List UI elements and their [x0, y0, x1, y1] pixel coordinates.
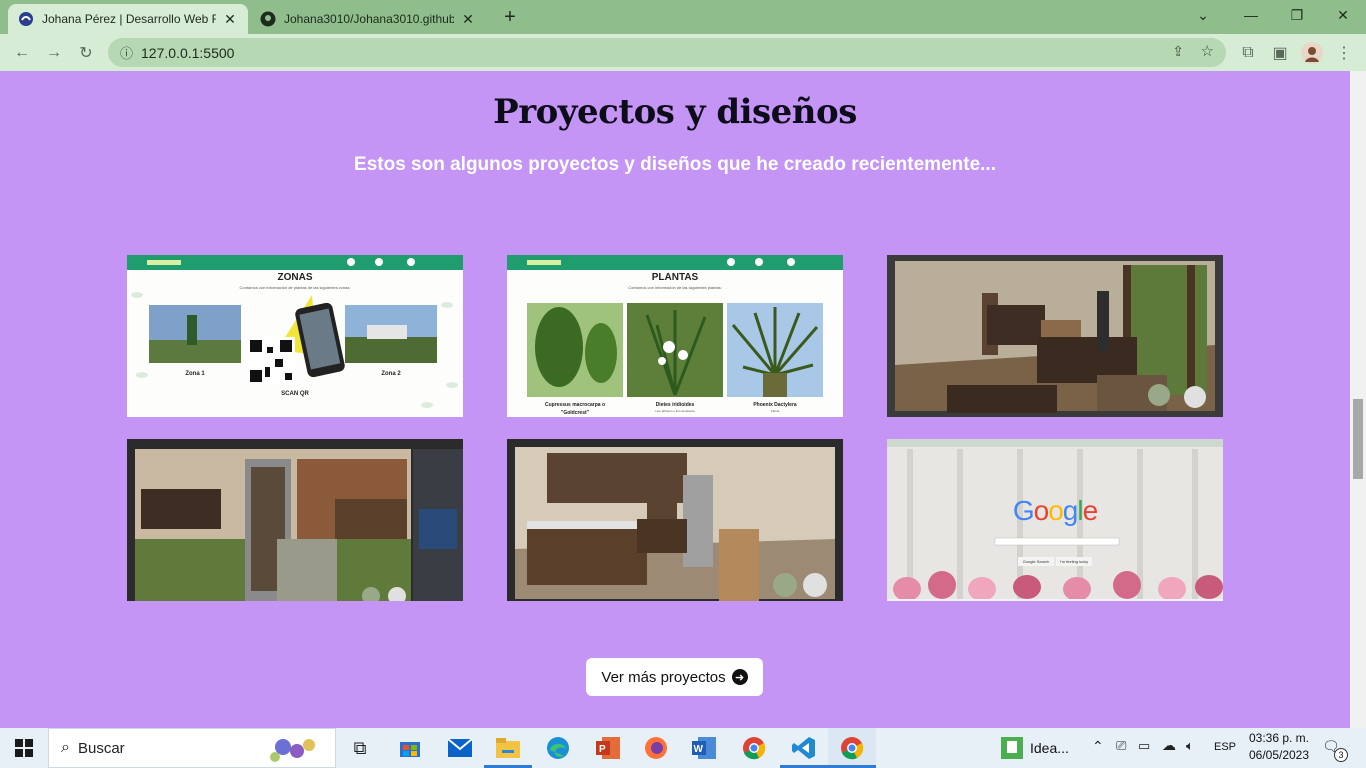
back-icon[interactable]: ←	[8, 39, 36, 67]
more-projects-label: Ver más proyectos	[601, 668, 726, 686]
tray-chevron-icon[interactable]: ⌃	[1092, 738, 1104, 755]
site-info-icon[interactable]: ⓘ	[120, 43, 133, 62]
tab-close-icon[interactable]: ✕	[460, 11, 476, 27]
house-render	[127, 439, 463, 601]
tab-close-icon[interactable]: ✕	[222, 11, 238, 27]
google-search-button: Google Search	[1018, 557, 1054, 566]
zonas-header: ZONAS	[277, 272, 313, 283]
project-card-living-room[interactable]	[887, 255, 1223, 417]
search-placeholder: Buscar	[77, 739, 125, 757]
plant3-sublabel: Palma	[770, 409, 780, 413]
zona2-label: Zona 2	[381, 371, 401, 377]
onedrive-cloud-icon[interactable]: ☁	[1162, 737, 1176, 754]
minimize-icon[interactable]: —	[1228, 0, 1274, 30]
extensions-icon[interactable]: ⧉	[1234, 39, 1262, 67]
tab-portfolio[interactable]: Johana Pérez | Desarrollo Web Fr ✕	[8, 4, 248, 34]
search-flowers-icon	[270, 739, 315, 762]
more-projects-button[interactable]: Ver más proyectos ➜	[586, 658, 763, 696]
new-tab-icon[interactable]: +	[498, 6, 522, 28]
bookmark-star-icon[interactable]: ☆	[1201, 42, 1214, 60]
svg-text:P: P	[599, 744, 606, 755]
chrome-icon[interactable]	[740, 734, 768, 762]
plant2-sublabel: Lirio africano o lirio de Etiopia	[655, 409, 695, 413]
profile-avatar[interactable]	[1298, 39, 1326, 67]
address-bar[interactable]: ⓘ 127.0.0.1:5500 ⇪ ☆	[108, 38, 1226, 67]
plantas-header: PLANTAS	[651, 272, 699, 283]
notifications-count: 3	[1334, 748, 1348, 762]
zonas-intro: Contamos con información de plantas de l…	[239, 285, 351, 290]
share-icon[interactable]: ⇪	[1172, 43, 1184, 60]
plantas-intro: Contamos con información de las siguient…	[628, 285, 722, 290]
project-card-zonas[interactable]: ZONAS Contamos con información de planta…	[127, 255, 463, 417]
kitchen-render	[507, 439, 843, 601]
volume-icon[interactable]: 🔈︎	[1186, 738, 1194, 754]
project-card-google-clone[interactable]: Google Google Search I'm feeling lucky	[887, 439, 1223, 601]
tab-search-icon[interactable]: ⌄	[1180, 0, 1226, 30]
menu-icon[interactable]: ⋮	[1330, 39, 1358, 67]
tab-github[interactable]: Johana3010/Johana3010.github.i ✕	[250, 4, 486, 34]
plant1-label: Cupressus macrocarpa o	[544, 402, 606, 408]
reload-icon[interactable]: ↻	[72, 39, 100, 67]
scrollbar-thumb[interactable]	[1353, 399, 1363, 479]
project-card-kitchen[interactable]	[507, 439, 843, 601]
chrome-active-icon[interactable]	[838, 734, 866, 762]
google-logo: Google	[1012, 495, 1098, 526]
project-card-plantas[interactable]: PLANTAS Contamos con información de las …	[507, 255, 843, 417]
taskbar-search[interactable]: ⌕ Buscar	[48, 728, 336, 768]
windows-start-icon[interactable]	[10, 734, 38, 762]
browser-toolbar: ← → ↻ ⓘ 127.0.0.1:5500 ⇪ ☆ ⧉ ▣ ⋮	[0, 34, 1366, 71]
tab-title: Johana Pérez | Desarrollo Web Fr	[42, 12, 216, 26]
plant3-label: Phoenix Dactylera	[753, 402, 797, 408]
forward-icon[interactable]: →	[40, 39, 68, 67]
page-scrollbar[interactable]	[1350, 71, 1366, 728]
language-indicator[interactable]: ESP	[1214, 741, 1236, 753]
idea-app-label[interactable]: Idea...	[1030, 740, 1069, 756]
site-favicon-icon	[18, 11, 34, 27]
file-explorer-icon[interactable]	[494, 734, 522, 762]
taskbar-clock[interactable]: 03:36 p. m. 06/05/2023	[1244, 730, 1314, 764]
firefox-icon[interactable]	[642, 734, 670, 762]
plant2-label: Dietes iridioides	[655, 402, 695, 408]
windows-taskbar: ⌕ Buscar ⧉ P W Idea... ⌃ ⎚ ▭ ☁ �	[0, 728, 1366, 768]
powerpoint-icon[interactable]: P	[594, 734, 622, 762]
task-view-icon[interactable]: ⧉	[346, 734, 374, 762]
zona1-label: Zona 1	[185, 371, 205, 377]
battery-icon[interactable]: ▭	[1138, 738, 1150, 754]
url-text: 127.0.0.1:5500	[141, 44, 235, 61]
restore-icon[interactable]: ❐	[1274, 0, 1320, 30]
browser-tabbar: Johana Pérez | Desarrollo Web Fr ✕ Johan…	[0, 0, 1366, 34]
clock-time: 03:36 p. m.	[1248, 731, 1310, 745]
arrow-right-icon: ➜	[731, 669, 748, 685]
microsoft-store-icon[interactable]	[396, 734, 424, 762]
close-window-icon[interactable]: ✕	[1320, 0, 1366, 30]
living-room-render	[887, 255, 1223, 417]
mail-icon[interactable]	[446, 734, 474, 762]
project-card-house[interactable]	[127, 439, 463, 601]
idea-app-icon[interactable]	[998, 734, 1026, 762]
tab-title: Johana3010/Johana3010.github.i	[284, 12, 454, 26]
plant1-sublabel: "Goldcrest"	[560, 410, 590, 416]
side-panel-icon[interactable]: ▣	[1266, 39, 1294, 67]
edge-icon[interactable]	[544, 734, 572, 762]
github-icon	[260, 11, 276, 27]
section-subtitle: Estos son algunos proyectos y diseños qu…	[354, 154, 996, 175]
word-icon[interactable]: W	[690, 734, 718, 762]
vscode-icon[interactable]	[790, 734, 818, 762]
meet-now-icon[interactable]: ⎚	[1116, 738, 1126, 754]
feeling-lucky-button: I'm feeling lucky	[1056, 557, 1092, 566]
svg-text:W: W	[694, 744, 704, 755]
section-title: Proyectos y diseños	[493, 92, 857, 132]
clock-date: 06/05/2023	[1248, 748, 1310, 762]
scan-qr-label: SCAN QR	[281, 391, 309, 397]
search-icon: ⌕	[61, 739, 70, 756]
